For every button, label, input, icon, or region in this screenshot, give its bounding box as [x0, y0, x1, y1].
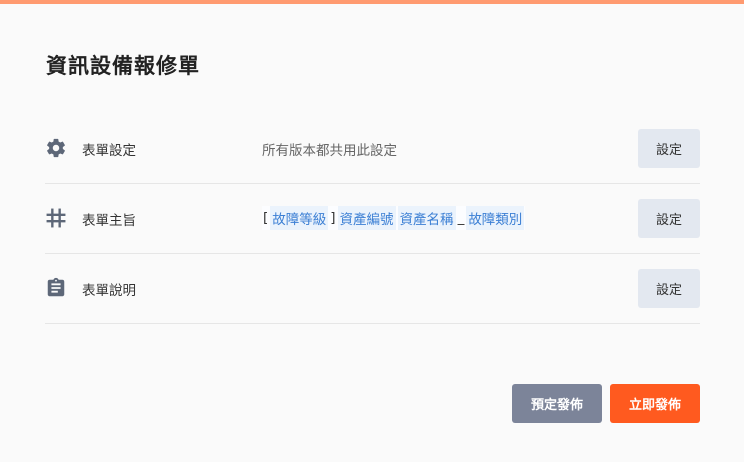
page-title: 資訊設備報修單: [46, 54, 200, 78]
subject-tag: 資產名稱: [397, 206, 456, 230]
row-label: 表單主旨: [82, 213, 136, 229]
settings-row-form-subject: 表單主旨 [ 故障等級 ] 資產編號 資產名稱 _ 故障類別 設定: [45, 184, 700, 254]
row-label: 表單說明: [82, 283, 136, 299]
subject-template: [ 故障等級 ] 資產編號 資產名稱 _ 故障類別: [262, 206, 526, 230]
subject-tag: 故障類別: [466, 206, 525, 230]
form-settings-button[interactable]: 設定: [638, 129, 700, 168]
subject-text: ]: [330, 210, 336, 226]
hash-icon: [45, 207, 67, 229]
schedule-publish-button[interactable]: 預定發佈: [512, 384, 602, 423]
row-label: 表單設定: [82, 143, 136, 159]
form-description-button[interactable]: 設定: [638, 269, 700, 308]
gear-icon: [45, 137, 67, 159]
subject-tag: 資產編號: [337, 206, 396, 230]
settings-row-form-settings: 表單設定 所有版本都共用此設定 設定: [45, 114, 700, 184]
row-value: 所有版本都共用此設定: [262, 143, 397, 159]
publish-now-button[interactable]: 立即發佈: [610, 384, 700, 423]
subject-text: [: [263, 210, 269, 226]
subject-text: _: [457, 210, 465, 226]
settings-list: 表單設定 所有版本都共用此設定 設定 表單主旨 [ 故障等級 ] 資產編號 資產…: [45, 114, 700, 324]
top-accent-bar: [0, 0, 744, 4]
subject-tag: 故障等級: [270, 206, 329, 230]
form-subject-button[interactable]: 設定: [638, 199, 700, 238]
clipboard-icon: [45, 277, 67, 299]
settings-row-form-description: 表單說明 設定: [45, 254, 700, 324]
